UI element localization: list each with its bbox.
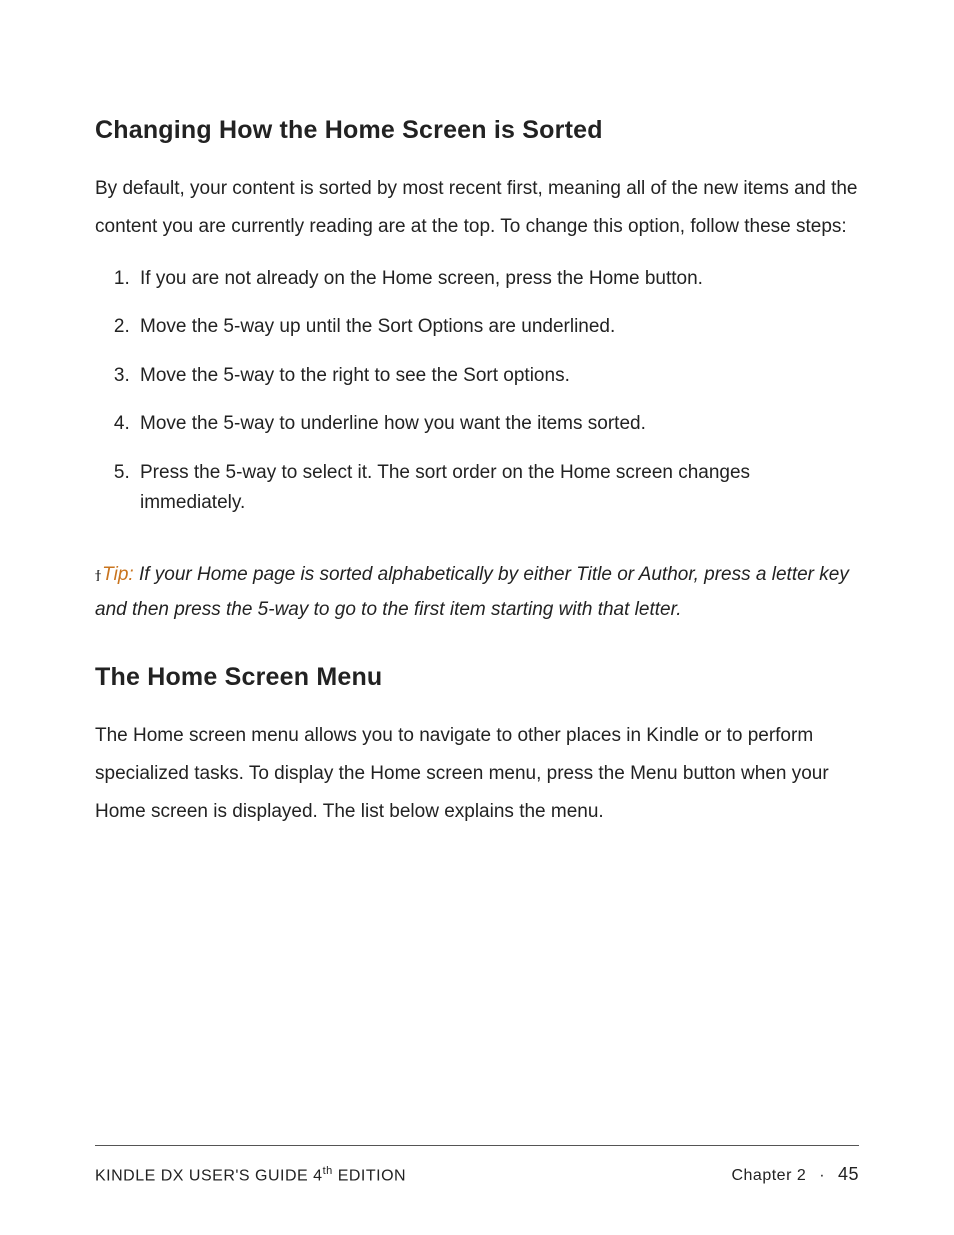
footer-rule [95,1145,859,1146]
footer-guide-title-pre: KINDLE DX USER'S GUIDE 4 [95,1167,323,1184]
list-item: Move the 5-way to underline how you want… [135,409,859,439]
heading-home-menu: The Home Screen Menu [95,657,859,697]
tip-block: ϯTip: If your Home page is sorted alphab… [95,558,859,626]
page-footer: KINDLE DX USER'S GUIDE 4th EDITION Chapt… [95,1145,859,1185]
paragraph-sort-intro: By default, your content is sorted by mo… [95,170,859,246]
list-item: Move the 5-way to the right to see the S… [135,361,859,391]
tip-label: Tip: [102,564,134,585]
footer-guide-title-sup: th [323,1165,333,1177]
paragraph-home-menu-intro: The Home screen menu allows you to navig… [95,717,859,831]
heading-changing-sort: Changing How the Home Screen is Sorted [95,110,859,150]
footer-chapter: Chapter 2 [731,1167,806,1184]
list-item: Move the 5-way up until the Sort Options… [135,312,859,342]
footer-separator-dot: · [819,1167,825,1185]
footer-guide-title-post: EDITION [333,1167,406,1184]
ordered-list-sort-steps: If you are not already on the Home scree… [95,264,859,518]
document-page: Changing How the Home Screen is Sorted B… [0,0,954,1235]
page-content: Changing How the Home Screen is Sorted B… [95,110,859,831]
list-item: If you are not already on the Home scree… [135,264,859,294]
list-item: Press the 5-way to select it. The sort o… [135,458,859,519]
footer-right: Chapter 2 · 45 [731,1164,859,1185]
footer-row: KINDLE DX USER'S GUIDE 4th EDITION Chapt… [95,1164,859,1185]
tip-icon: ϯ [95,573,101,581]
footer-left: KINDLE DX USER'S GUIDE 4th EDITION [95,1165,406,1185]
tip-text: If your Home page is sorted alphabetical… [95,564,849,619]
footer-page-number: 45 [838,1164,859,1184]
